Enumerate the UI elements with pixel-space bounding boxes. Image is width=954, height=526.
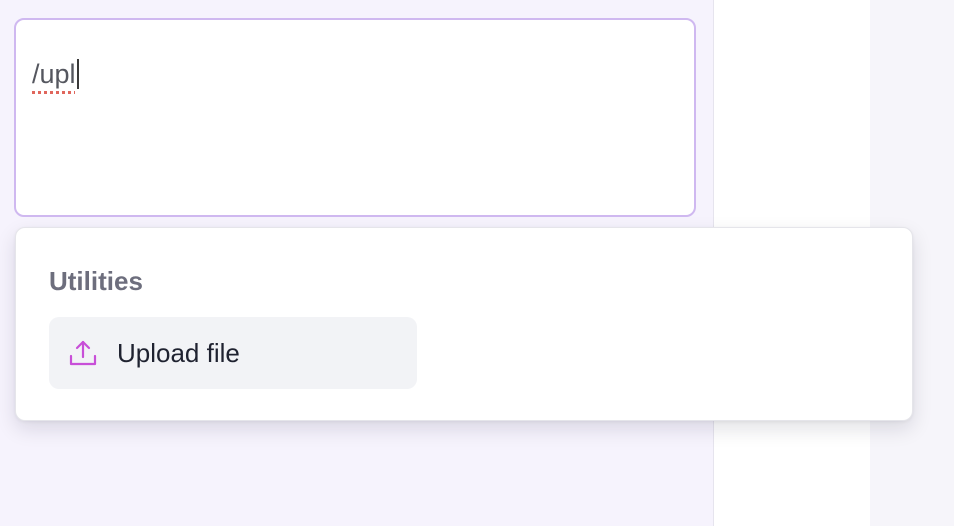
editor-value[interactable]: /upl	[32, 59, 76, 89]
menu-item-label: Upload file	[117, 338, 240, 368]
upload-icon	[69, 340, 97, 366]
upload-file-menu-item[interactable]: Upload file	[49, 317, 417, 389]
editor-text[interactable]: /upl	[32, 58, 79, 90]
menu-section-label: Utilities	[49, 266, 143, 296]
text-caret	[76, 59, 79, 89]
message-editor[interactable]: /upl	[14, 18, 696, 217]
command-menu: Utilities Upload file	[15, 227, 913, 421]
